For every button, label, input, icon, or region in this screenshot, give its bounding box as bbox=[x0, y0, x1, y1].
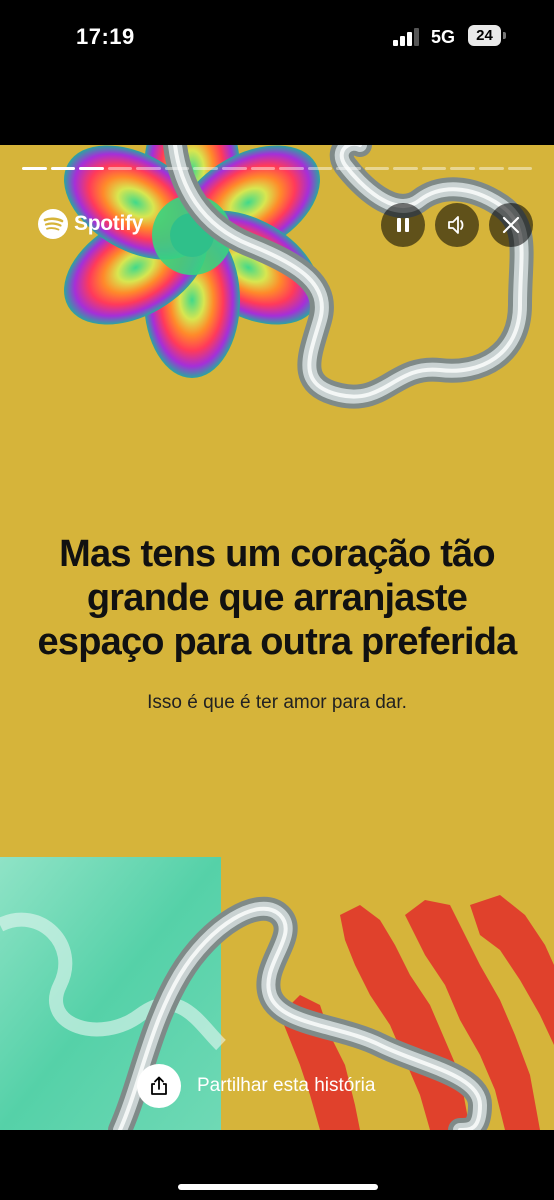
progress-segment bbox=[136, 167, 161, 170]
headline-line: Mas tens um coração tão bbox=[59, 533, 495, 575]
share-story-button[interactable]: Partilhar esta história bbox=[137, 1064, 375, 1108]
progress-segment bbox=[279, 167, 304, 170]
signal-icon bbox=[393, 28, 423, 46]
share-icon bbox=[151, 1076, 167, 1095]
speaker-icon bbox=[448, 216, 464, 234]
progress-segment bbox=[50, 167, 76, 170]
progress-segment bbox=[479, 167, 504, 170]
battery-icon: 24 bbox=[468, 25, 501, 46]
spotify-logo-icon bbox=[38, 209, 68, 239]
headline-line: espaço para outra preferida bbox=[37, 621, 518, 663]
progress-segment bbox=[450, 167, 475, 170]
progress-segment bbox=[193, 167, 218, 170]
progress-segment bbox=[393, 167, 418, 170]
progress-segment bbox=[250, 167, 276, 170]
close-button[interactable] bbox=[489, 203, 533, 247]
brand-name: Spotify bbox=[74, 212, 144, 235]
battery-tip bbox=[503, 32, 506, 39]
status-bar: 17:19 5G 24 bbox=[0, 0, 554, 145]
pause-icon bbox=[397, 218, 409, 232]
share-label: Partilhar esta história bbox=[197, 1075, 376, 1096]
home-indicator[interactable] bbox=[178, 1184, 378, 1190]
status-time: 17:19 bbox=[76, 24, 135, 49]
spotify-brand: Spotify bbox=[38, 209, 143, 239]
progress-segment bbox=[79, 167, 104, 170]
progress-segment bbox=[22, 167, 47, 170]
share-icon-button[interactable] bbox=[137, 1064, 181, 1108]
progress-segment bbox=[164, 167, 190, 170]
progress-segment bbox=[336, 167, 361, 170]
network-label: 5G bbox=[431, 27, 456, 47]
progress-segment bbox=[507, 167, 533, 170]
close-icon bbox=[502, 216, 520, 234]
progress-segment bbox=[307, 167, 333, 170]
story-card[interactable]: Spotify Mas tens um coração tão grande q… bbox=[0, 145, 554, 1130]
sound-button[interactable] bbox=[435, 203, 479, 247]
headline-line: grande que arranjaste bbox=[86, 577, 468, 619]
story-subtext: Isso é que é ter amor para dar. bbox=[147, 692, 407, 713]
pause-button[interactable] bbox=[381, 203, 425, 247]
story-progress-bar bbox=[22, 167, 533, 170]
progress-segment bbox=[364, 167, 390, 170]
progress-segment bbox=[107, 167, 133, 170]
progress-segment bbox=[221, 167, 247, 170]
progress-segment bbox=[421, 167, 447, 170]
story-headline: Mas tens um coração tão grande que arran… bbox=[0, 532, 554, 664]
